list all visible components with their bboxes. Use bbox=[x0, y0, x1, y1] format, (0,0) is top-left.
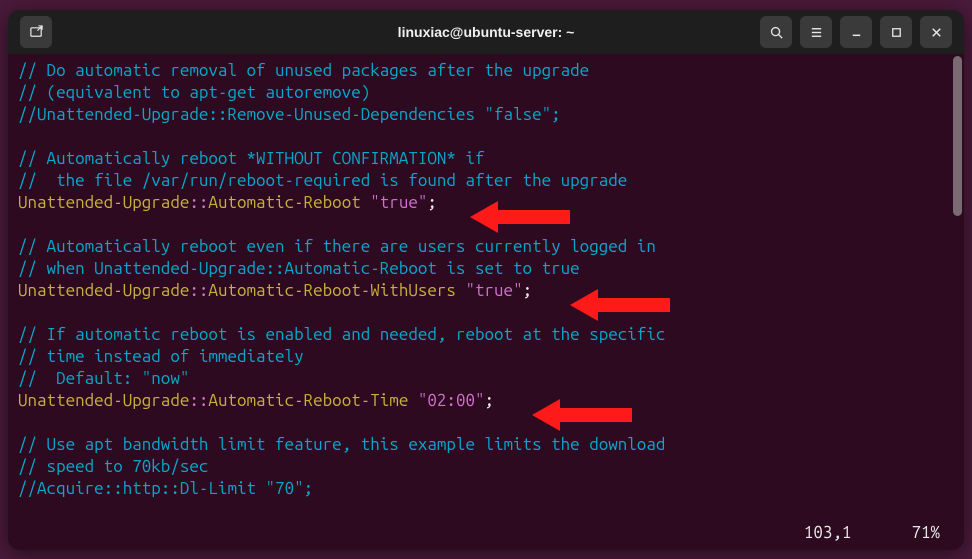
code-line: // If automatic reboot is enabled and ne… bbox=[18, 325, 665, 344]
code-key: Unattended-Upgrade bbox=[18, 391, 189, 410]
code-string: "02:00" bbox=[418, 391, 485, 410]
code-semi: ; bbox=[485, 391, 495, 410]
hamburger-icon bbox=[809, 25, 824, 40]
code-line: // when Unattended-Upgrade::Automatic-Re… bbox=[18, 259, 580, 278]
code-line: // (equivalent to apt-get autoremove) bbox=[18, 83, 370, 102]
code-string: "70" bbox=[266, 479, 304, 498]
maximize-button[interactable] bbox=[880, 16, 912, 48]
cursor-position: 103,1 bbox=[804, 522, 852, 544]
code-line: //Acquire::http::Dl-Limit bbox=[18, 479, 266, 498]
code-line: //Unattended-Upgrade::Remove-Unused-Depe… bbox=[18, 105, 484, 124]
code-line: // Use apt bandwidth limit feature, this… bbox=[18, 435, 665, 454]
code-line: // the file /var/run/reboot-required is … bbox=[18, 171, 627, 190]
titlebar: linuxiac@ubuntu-server: ~ bbox=[8, 10, 964, 54]
close-icon bbox=[929, 25, 944, 40]
code-key: Automatic-Reboot-WithUsers bbox=[208, 281, 465, 300]
scroll-percent: 71% bbox=[911, 522, 940, 544]
code-line: // time instead of immediately bbox=[18, 347, 304, 366]
search-button[interactable] bbox=[760, 16, 792, 48]
terminal-body[interactable]: // Do automatic removal of unused packag… bbox=[8, 54, 964, 550]
code-semi: ; bbox=[523, 281, 533, 300]
code-semi: ; bbox=[427, 193, 437, 212]
code-string: "true" bbox=[370, 193, 427, 212]
code-key: Automatic-Reboot bbox=[208, 193, 370, 212]
code-colon: :: bbox=[189, 391, 208, 410]
menu-button[interactable] bbox=[800, 16, 832, 48]
code-colon: :: bbox=[189, 281, 208, 300]
vim-status-line: 103,1 71% bbox=[18, 522, 954, 544]
code-key: Automatic-Reboot-Time bbox=[208, 391, 417, 410]
code-line: // Do automatic removal of unused packag… bbox=[18, 61, 589, 80]
code-semi: ; bbox=[551, 105, 561, 124]
code-colon: :: bbox=[189, 193, 208, 212]
code-semi: ; bbox=[304, 479, 314, 498]
terminal-window: linuxiac@ubuntu-server: ~ // Do automati… bbox=[8, 10, 964, 550]
code-line: // speed to 70kb/sec bbox=[18, 457, 208, 476]
close-button[interactable] bbox=[920, 16, 952, 48]
code-line: // Automatically reboot *WITHOUT CONFIRM… bbox=[18, 149, 484, 168]
maximize-icon bbox=[889, 25, 904, 40]
new-tab-icon bbox=[29, 25, 44, 40]
new-tab-button[interactable] bbox=[20, 16, 52, 48]
minimize-icon bbox=[849, 25, 864, 40]
search-icon bbox=[769, 25, 784, 40]
minimize-button[interactable] bbox=[840, 16, 872, 48]
window-title: linuxiac@ubuntu-server: ~ bbox=[398, 24, 575, 40]
code-key: Unattended-Upgrade bbox=[18, 193, 189, 212]
code-string: "true" bbox=[465, 281, 522, 300]
code-key: Unattended-Upgrade bbox=[18, 281, 189, 300]
code-line: // Automatically reboot even if there ar… bbox=[18, 237, 656, 256]
scrollbar-thumb[interactable] bbox=[953, 56, 962, 216]
code-string: "false" bbox=[484, 105, 551, 124]
code-line: // Default: "now" bbox=[18, 369, 189, 388]
